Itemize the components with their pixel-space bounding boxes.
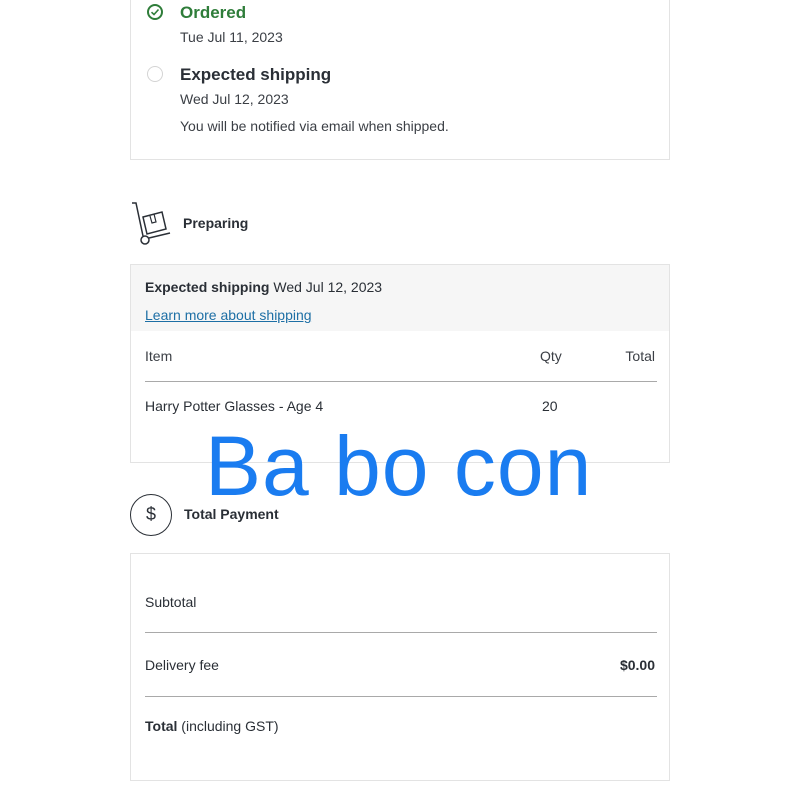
row-item-qty: 20 <box>542 398 558 414</box>
watermark-text: Ba bo con <box>205 419 593 513</box>
table-divider <box>145 381 657 382</box>
step-ordered-title: Ordered <box>180 3 247 22</box>
column-header-qty: Qty <box>540 348 562 364</box>
check-circle-icon <box>147 4 163 20</box>
subtotal-label: Subtotal <box>145 594 197 610</box>
preparing-label: Preparing <box>183 215 249 231</box>
step-ordered-date: Tue Jul 11, 2023 <box>180 29 283 45</box>
payment-divider <box>145 696 657 697</box>
total-label-bold: Total <box>145 718 178 734</box>
dollar-icon: $ <box>130 494 172 536</box>
column-header-total: Total <box>625 348 655 364</box>
order-timeline-card: Ordered Tue Jul 11, 2023 Expected shippi… <box>130 0 670 160</box>
column-header-item: Item <box>145 348 173 364</box>
step-expected-title: Expected shipping <box>180 65 332 84</box>
shipping-notification-note: You will be notified via email when ship… <box>180 118 449 134</box>
payment-summary-card: Subtotal Delivery fee $0.00 Total (inclu… <box>130 553 670 781</box>
delivery-fee-label: Delivery fee <box>145 657 219 673</box>
pending-circle-icon <box>147 66 163 82</box>
hand-truck-icon <box>130 200 172 251</box>
expected-shipping-line: Expected shipping Wed Jul 12, 2023 <box>145 279 382 295</box>
learn-more-shipping-link[interactable]: Learn more about shipping <box>145 307 312 323</box>
total-label-note: (including GST) <box>181 718 279 734</box>
payment-divider <box>145 632 657 633</box>
total-label: Total (including GST) <box>145 718 279 734</box>
expected-shipping-date: Wed Jul 12, 2023 <box>273 279 383 295</box>
delivery-fee-value: $0.00 <box>619 657 655 673</box>
expected-shipping-label: Expected shipping <box>145 279 270 295</box>
expected-shipping-banner: Expected shipping Wed Jul 12, 2023 Learn… <box>131 265 669 331</box>
row-item-name: Harry Potter Glasses - Age 4 <box>145 398 324 414</box>
step-expected-date: Wed Jul 12, 2023 <box>180 91 289 107</box>
